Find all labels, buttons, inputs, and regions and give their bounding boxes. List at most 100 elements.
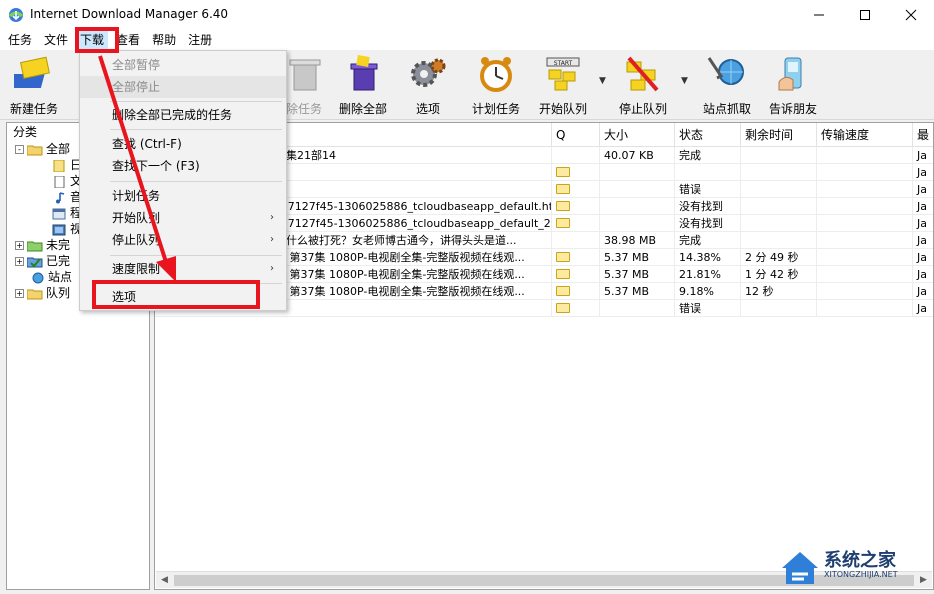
delete-all-button[interactable]: 删除全部	[334, 54, 392, 116]
tree-item-finished[interactable]: + 已完	[15, 253, 70, 269]
remaining-cell	[741, 215, 817, 232]
maximize-button[interactable]	[842, 0, 888, 30]
tell-friend-button[interactable]: 告诉朋友	[766, 54, 820, 116]
minimize-button[interactable]	[796, 0, 842, 30]
menu-register[interactable]: 注册	[184, 30, 216, 50]
size-cell	[600, 300, 675, 317]
close-button[interactable]	[888, 0, 934, 30]
document-icon	[54, 175, 65, 188]
menu-find[interactable]: 查找 (Ctrl-F)	[80, 133, 286, 155]
highlight-box-options	[92, 280, 260, 309]
new-task-button[interactable]: 新建任务	[6, 54, 62, 116]
speed-cell	[817, 164, 913, 181]
archive-icon	[53, 159, 65, 172]
column-header-status[interactable]: 状态	[675, 123, 741, 147]
tree-item-video[interactable]: 视	[51, 221, 82, 237]
remaining-cell	[741, 232, 817, 249]
options-button[interactable]: 选项	[406, 54, 450, 116]
expand-icon[interactable]: +	[15, 289, 24, 298]
tree-item-all[interactable]: - 全部	[15, 141, 70, 157]
queue-cell	[552, 300, 600, 317]
queue-folder-icon	[556, 286, 570, 296]
unfinished-folder-icon	[27, 241, 43, 251]
menu-file[interactable]: 文件	[40, 30, 72, 50]
queue-cell	[552, 266, 600, 283]
column-header-last[interactable]: 最	[913, 123, 933, 147]
tree-item-unfinished[interactable]: + 未完	[15, 237, 70, 253]
menu-delete-completed[interactable]: 删除全部已完成的任务	[80, 104, 286, 126]
remaining-cell: 12 秒	[741, 283, 817, 300]
remaining-cell: 1 分 42 秒	[741, 266, 817, 283]
remaining-cell	[741, 300, 817, 317]
expand-icon[interactable]: +	[15, 241, 24, 250]
size-cell: 5.37 MB	[600, 266, 675, 283]
start-queue-dropdown-icon[interactable]: ▼	[599, 76, 606, 86]
size-cell	[600, 215, 675, 232]
scheduler-clock-icon	[480, 57, 512, 92]
music-note-icon	[56, 191, 65, 203]
queue-cell	[552, 147, 600, 164]
start-queue-button[interactable]: START 开始队列	[536, 54, 590, 116]
delete-task-icon	[289, 59, 321, 91]
column-header-remaining[interactable]: 剩余时间	[741, 123, 817, 147]
stop-queue-dropdown-icon[interactable]: ▼	[681, 76, 688, 86]
queue-folder-icon	[556, 252, 570, 262]
menu-bar: 任务 文件 下载 查看 帮助 注册	[0, 30, 934, 50]
maximize-icon	[860, 10, 870, 20]
speed-cell	[817, 300, 913, 317]
queue-folder-icon	[556, 218, 570, 228]
remaining-cell	[741, 198, 817, 215]
tree-item-documents[interactable]: 文	[51, 173, 82, 189]
menu-start-queue[interactable]: 开始队列 ›	[80, 207, 286, 229]
menu-help[interactable]: 帮助	[148, 30, 180, 50]
queue-folder-icon	[556, 303, 570, 313]
status-cell: 错误	[675, 181, 741, 198]
tree-item-queues[interactable]: + 队列	[15, 285, 70, 301]
menu-find-next[interactable]: 查找下一个 (F3)	[80, 155, 286, 177]
menu-pause-all[interactable]: 全部暂停	[80, 54, 286, 76]
highlight-box-download-menu	[75, 27, 119, 53]
menu-task[interactable]: 任务	[4, 30, 36, 50]
queue-folder-icon	[556, 167, 570, 177]
tree-item-programs[interactable]: 程	[51, 205, 82, 221]
finished-check-icon	[27, 257, 43, 267]
minimize-icon	[814, 14, 824, 16]
menu-stop-all[interactable]: 全部停止	[80, 76, 286, 98]
queue-cell	[552, 198, 600, 215]
remaining-cell	[741, 164, 817, 181]
size-cell	[600, 164, 675, 181]
tree-item-site-grabber[interactable]: 站点	[29, 269, 72, 285]
menu-separator	[110, 129, 282, 130]
menu-separator	[110, 101, 282, 102]
queue-folder-icon	[556, 184, 570, 194]
title-bar: Internet Download Manager 6.40	[0, 0, 934, 30]
speed-cell	[817, 147, 913, 164]
scheduler-button[interactable]: 计划任务	[468, 54, 524, 116]
scroll-left-icon[interactable]: ◀	[156, 572, 173, 589]
column-header-q[interactable]: Q	[552, 123, 600, 147]
speed-cell	[817, 181, 913, 198]
tree-item-music[interactable]: 音	[51, 189, 82, 205]
menu-speed-limit[interactable]: 速度限制 ›	[80, 258, 286, 280]
column-header-speed[interactable]: 传输速度	[817, 123, 913, 147]
remaining-cell	[741, 181, 817, 198]
size-cell	[600, 198, 675, 215]
expand-icon[interactable]: +	[15, 257, 24, 266]
idm-logo-icon	[8, 8, 24, 22]
submenu-arrow-icon: ›	[270, 263, 274, 274]
column-header-size[interactable]: 大小	[600, 123, 675, 147]
submenu-arrow-icon: ›	[270, 212, 274, 223]
site-grabber-icon	[707, 57, 744, 85]
watermark-house-icon	[782, 552, 818, 584]
stop-queue-button[interactable]: 停止队列	[614, 54, 672, 116]
menu-scheduler[interactable]: 计划任务	[80, 185, 286, 207]
collapse-icon[interactable]: -	[15, 145, 24, 154]
watermark-url: XITONGZHIJIA.NET	[824, 570, 898, 579]
speed-cell	[817, 198, 913, 215]
last-cell: Ja	[913, 266, 933, 283]
site-grabber-button[interactable]: 站点抓取	[700, 54, 754, 116]
delete-task-button[interactable]: 除任务	[280, 54, 328, 116]
tree-item-compressed[interactable]: 日	[51, 157, 82, 173]
remaining-cell: 2 分 49 秒	[741, 249, 817, 266]
menu-stop-queue[interactable]: 停止队列 ›	[80, 229, 286, 251]
